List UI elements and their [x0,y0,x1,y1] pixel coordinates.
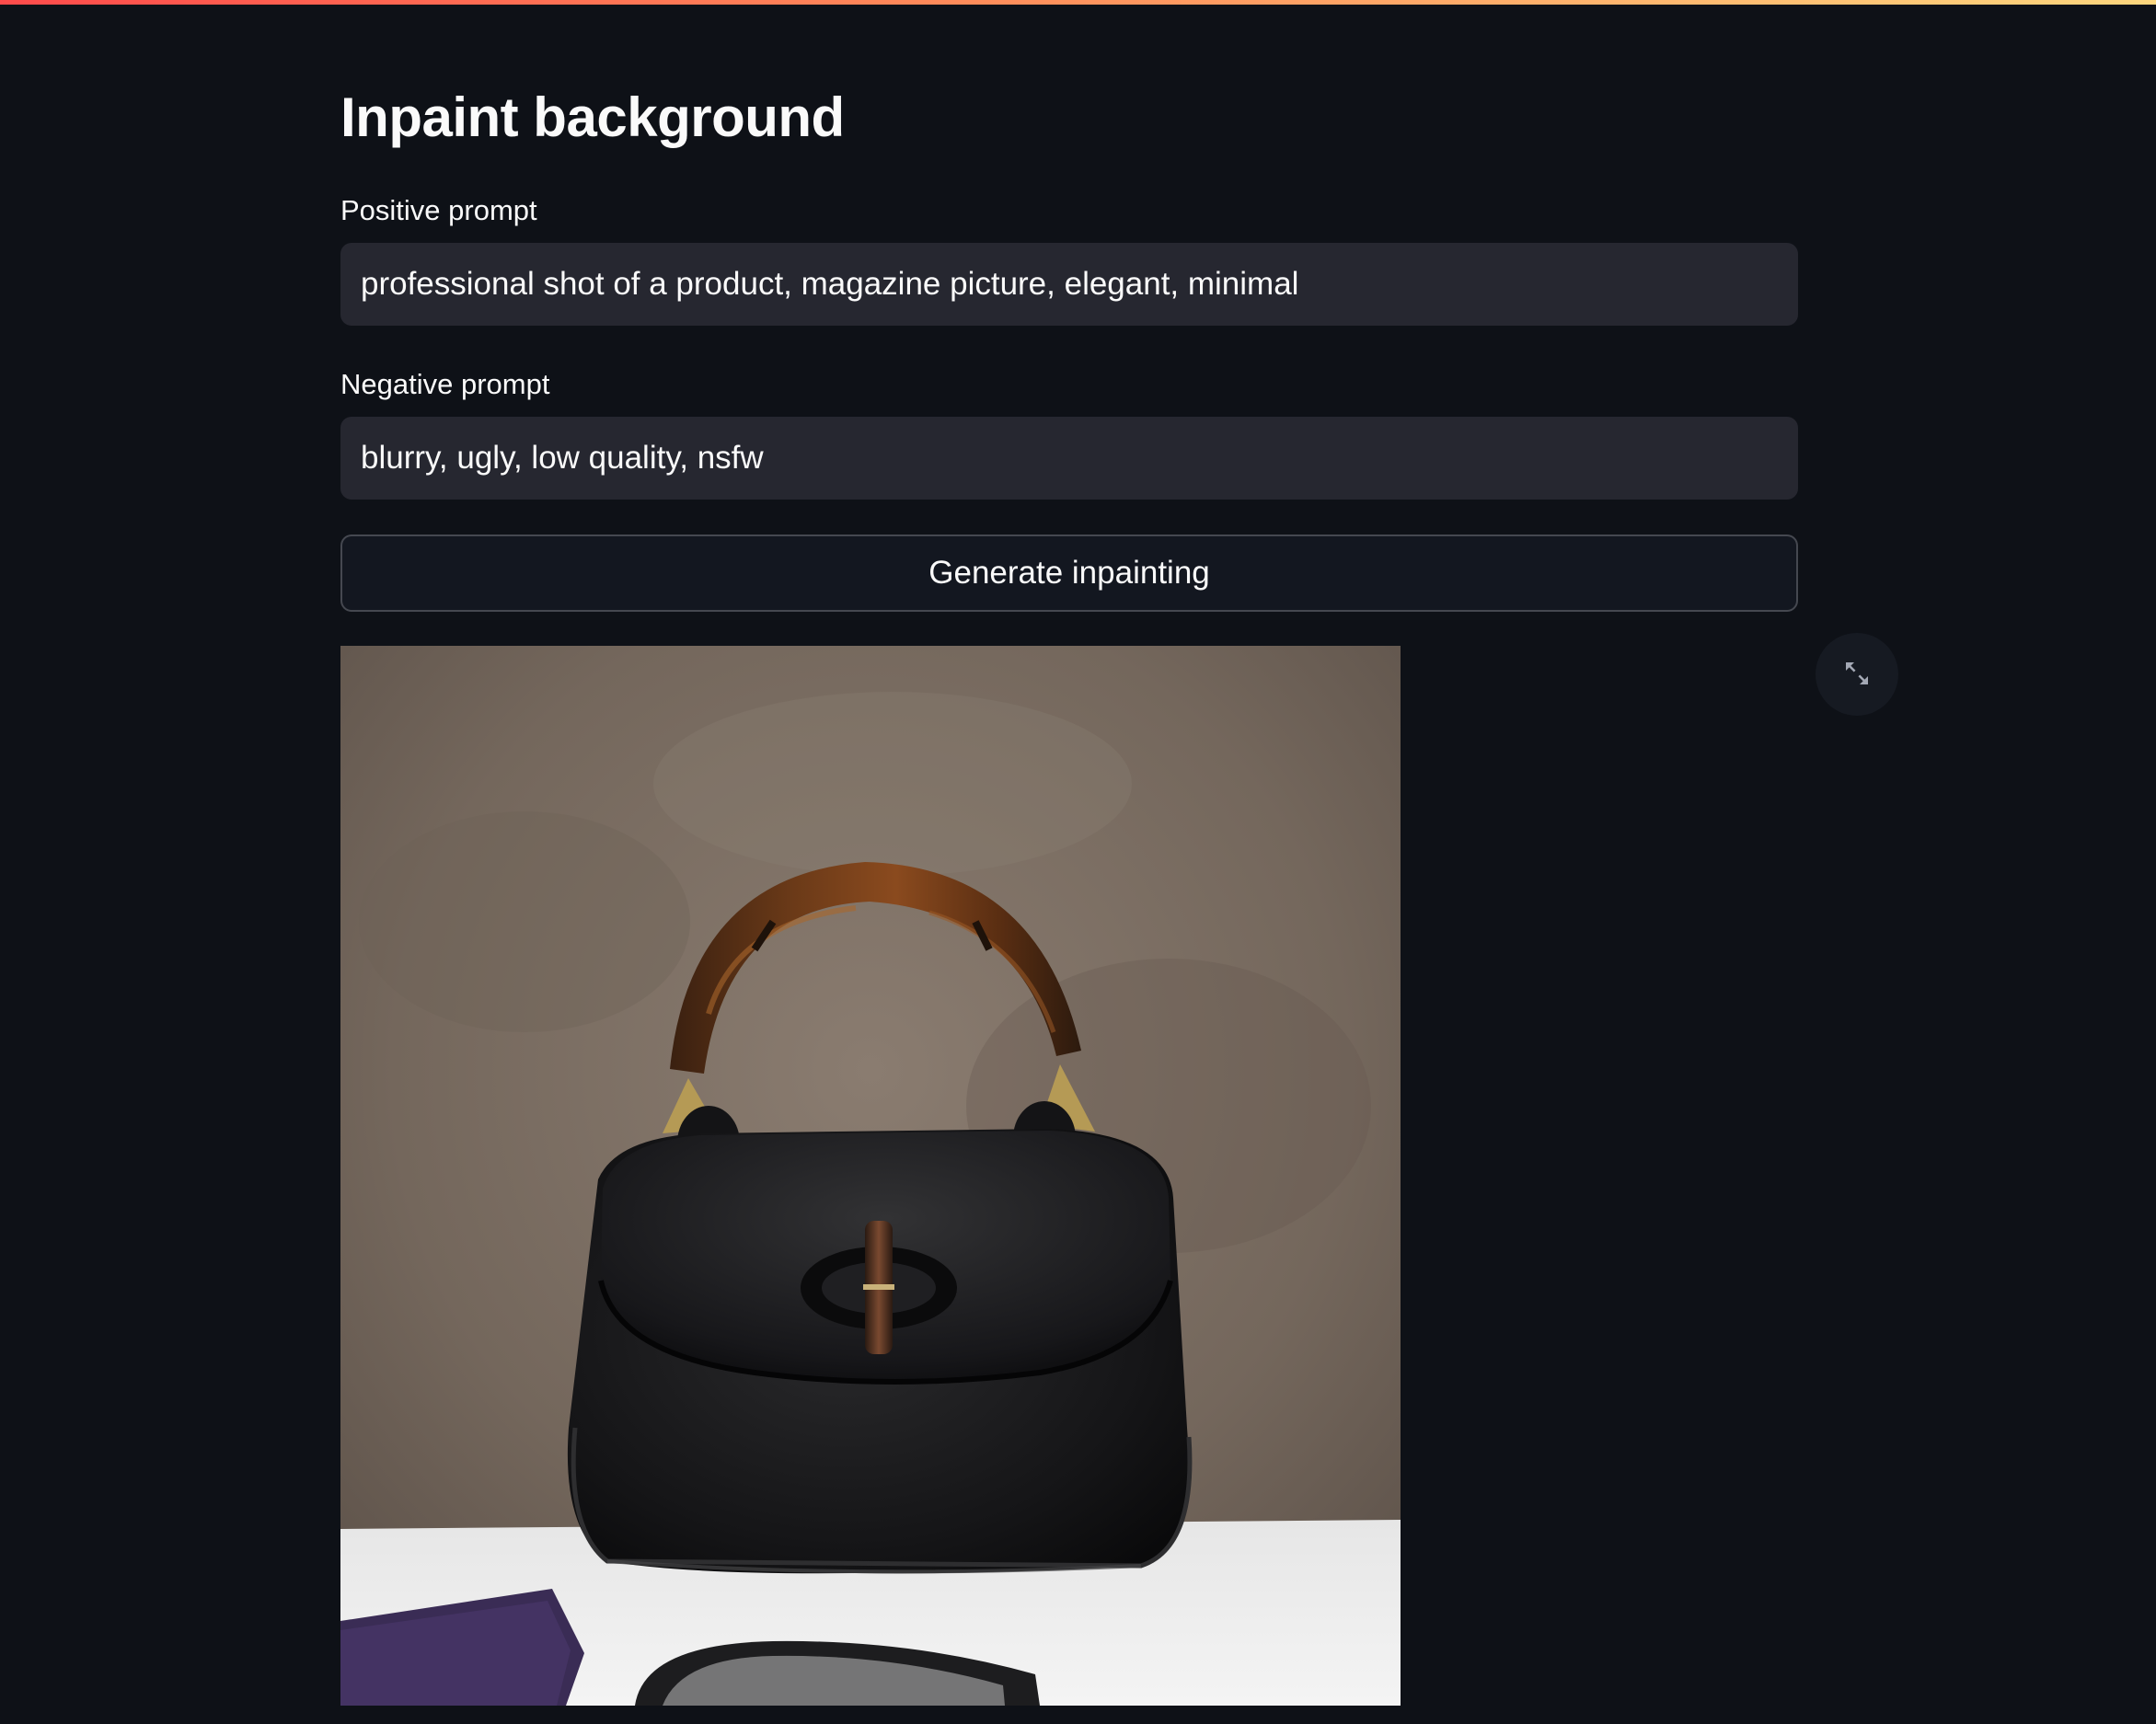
positive-prompt-input[interactable] [340,243,1798,326]
result-image [340,646,1401,1706]
negative-prompt-input[interactable] [340,417,1798,500]
expand-arrows-icon [1840,657,1874,693]
page-title: Inpaint background [340,86,845,148]
negative-prompt-label: Negative prompt [340,368,550,400]
positive-prompt-label: Positive prompt [340,194,537,226]
generate-inpainting-button[interactable]: Generate inpainting [340,534,1798,612]
fullscreen-button[interactable] [1816,633,1898,716]
handbag-photo [340,646,1401,1706]
header-decoration-bar [0,0,2156,5]
